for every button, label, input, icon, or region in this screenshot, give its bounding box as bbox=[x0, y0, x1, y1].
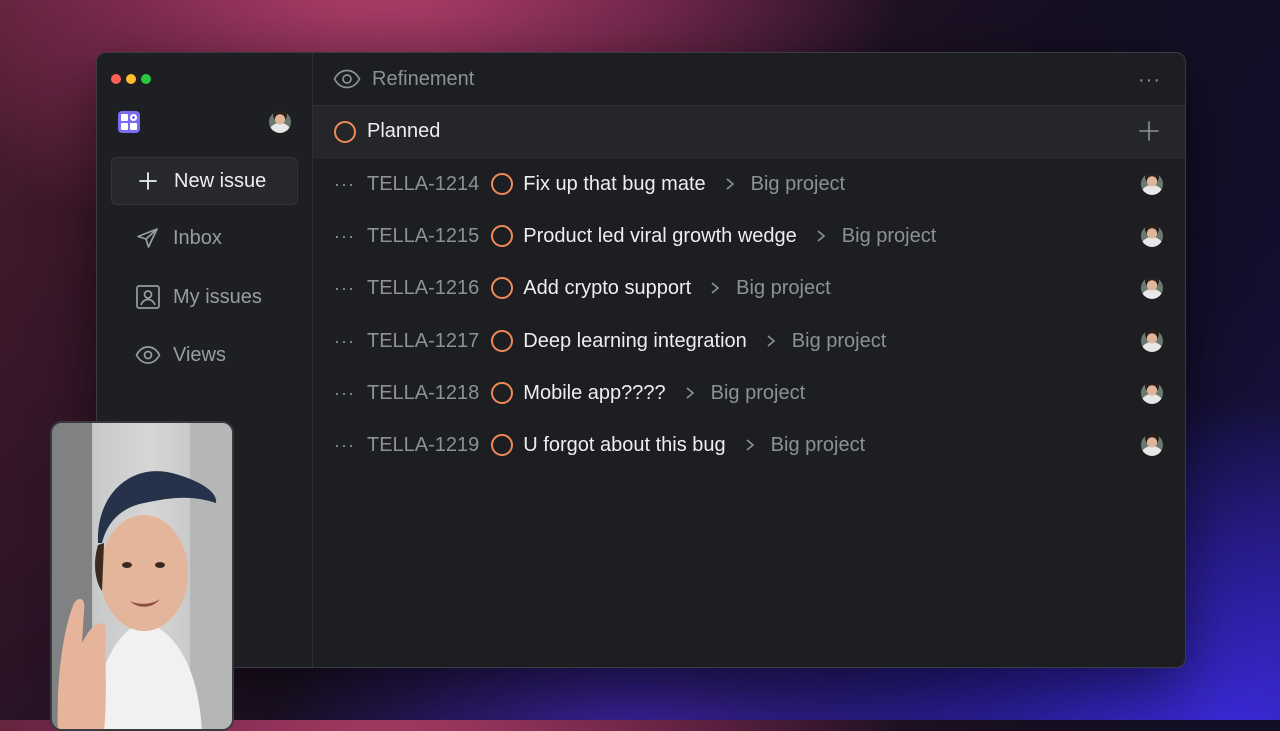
issue-row[interactable]: ··· TELLA-1217 Deep learning integration… bbox=[313, 315, 1185, 367]
issue-project[interactable]: Big project bbox=[751, 173, 846, 196]
app-window: New issue Inbox My issues Views Refineme… bbox=[96, 52, 1186, 668]
assignee-avatar[interactable] bbox=[1141, 330, 1163, 352]
issue-title: Product led viral growth wedge bbox=[523, 224, 797, 247]
issue-project[interactable]: Big project bbox=[771, 434, 866, 457]
workspace-logo-icon[interactable] bbox=[118, 111, 140, 133]
sidebar-item-views[interactable]: Views bbox=[135, 342, 226, 368]
row-menu-button[interactable]: ··· bbox=[334, 331, 367, 352]
issue-row[interactable]: ··· TELLA-1215 Product led viral growth … bbox=[313, 210, 1185, 262]
issue-row[interactable]: ··· TELLA-1219 U forgot about this bug B… bbox=[313, 419, 1185, 471]
chevron-right-icon bbox=[817, 230, 826, 242]
assignee-avatar[interactable] bbox=[1141, 382, 1163, 404]
chevron-right-icon bbox=[746, 439, 754, 451]
page-title: Refinement bbox=[372, 67, 475, 90]
group-header-planned[interactable]: Planned bbox=[313, 106, 1185, 158]
issue-id: TELLA-1219 bbox=[367, 433, 480, 456]
issue-project[interactable]: Big project bbox=[792, 330, 887, 353]
status-icon[interactable] bbox=[491, 277, 514, 299]
eye-icon bbox=[135, 346, 161, 364]
group-label: Planned bbox=[367, 120, 441, 142]
eye-icon bbox=[333, 69, 361, 89]
status-icon[interactable] bbox=[491, 173, 514, 195]
row-menu-button[interactable]: ··· bbox=[334, 435, 367, 456]
status-icon[interactable] bbox=[491, 382, 514, 404]
sidebar-item-label: My issues bbox=[173, 285, 262, 308]
assignee-avatar[interactable] bbox=[1141, 225, 1163, 247]
webcam-overlay bbox=[50, 421, 234, 731]
issue-id: TELLA-1217 bbox=[367, 329, 480, 352]
issue-row[interactable]: ··· TELLA-1214 Fix up that bug mate Big … bbox=[313, 158, 1185, 210]
row-menu-button[interactable]: ··· bbox=[334, 383, 367, 404]
minimize-window-button[interactable] bbox=[126, 74, 136, 84]
new-issue-label: New issue bbox=[174, 169, 267, 192]
issue-project[interactable]: Big project bbox=[842, 225, 937, 248]
assignee-avatar[interactable] bbox=[1141, 434, 1163, 456]
sidebar-item-label: Views bbox=[173, 343, 226, 366]
chevron-right-icon bbox=[726, 178, 734, 190]
window-controls bbox=[111, 74, 151, 84]
issue-title: Mobile app???? bbox=[523, 381, 666, 404]
status-icon[interactable] bbox=[491, 330, 514, 352]
plus-icon bbox=[139, 172, 157, 190]
user-square-icon bbox=[136, 285, 160, 309]
view-header: Refinement ··· bbox=[313, 53, 1185, 106]
assignee-avatar[interactable] bbox=[1141, 173, 1163, 195]
issue-title: Add crypto support bbox=[523, 276, 692, 299]
sidebar-item-inbox[interactable]: Inbox bbox=[135, 225, 222, 251]
send-icon bbox=[137, 228, 158, 248]
sidebar-item-my-issues[interactable]: My issues bbox=[135, 284, 262, 310]
presenter-video bbox=[52, 423, 232, 729]
issue-row[interactable]: ··· TELLA-1216 Add crypto support Big pr… bbox=[313, 262, 1185, 314]
close-window-button[interactable] bbox=[111, 74, 121, 84]
chevron-right-icon bbox=[711, 282, 720, 294]
issue-project[interactable]: Big project bbox=[736, 277, 831, 300]
row-menu-button[interactable]: ··· bbox=[334, 278, 367, 299]
new-issue-button[interactable]: New issue bbox=[111, 157, 298, 205]
user-avatar[interactable] bbox=[269, 111, 291, 133]
chevron-right-icon bbox=[767, 335, 776, 347]
issue-id: TELLA-1218 bbox=[367, 381, 480, 404]
issue-project[interactable]: Big project bbox=[711, 382, 806, 405]
more-options-button[interactable]: ··· bbox=[1138, 69, 1161, 92]
planned-status-icon bbox=[334, 120, 356, 143]
status-icon[interactable] bbox=[491, 225, 514, 247]
issue-row[interactable]: ··· TELLA-1218 Mobile app???? Big projec… bbox=[313, 367, 1185, 419]
issue-id: TELLA-1214 bbox=[367, 172, 480, 195]
issue-title: U forgot about this bug bbox=[523, 433, 726, 456]
sidebar-item-label: Inbox bbox=[173, 226, 222, 249]
issue-title: Fix up that bug mate bbox=[523, 172, 706, 195]
add-issue-icon[interactable] bbox=[1139, 121, 1159, 141]
row-menu-button[interactable]: ··· bbox=[334, 174, 367, 195]
issue-id: TELLA-1216 bbox=[367, 276, 480, 299]
chevron-right-icon bbox=[686, 387, 694, 399]
maximize-window-button[interactable] bbox=[141, 74, 151, 84]
main-panel: Refinement ··· Planned ··· TELLA-1214 Fi… bbox=[313, 53, 1185, 667]
row-menu-button[interactable]: ··· bbox=[334, 226, 367, 247]
assignee-avatar[interactable] bbox=[1141, 277, 1163, 299]
issue-id: TELLA-1215 bbox=[367, 224, 480, 247]
issue-title: Deep learning integration bbox=[523, 329, 747, 352]
status-icon[interactable] bbox=[491, 434, 514, 456]
